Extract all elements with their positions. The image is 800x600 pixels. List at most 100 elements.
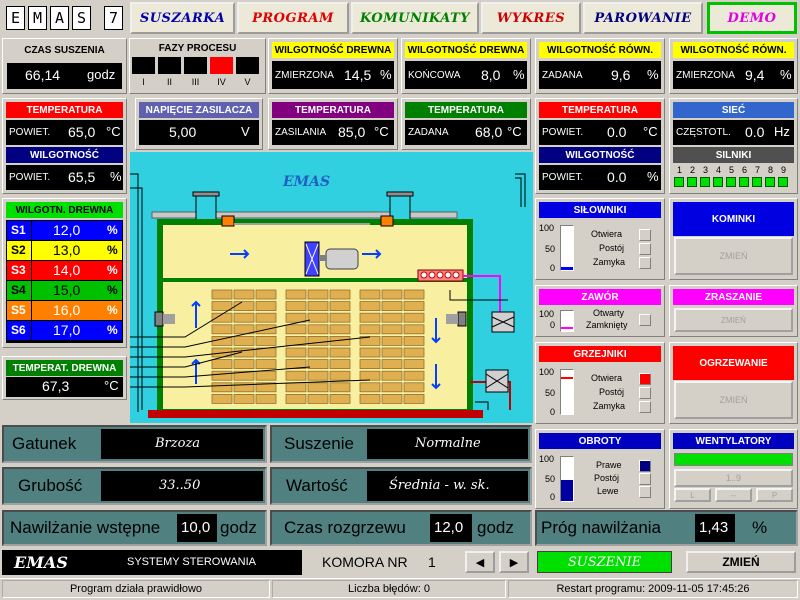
postoj-indicator [639,473,651,485]
grubosc-label: Grubość [18,476,83,495]
wood-plank [255,393,277,404]
scale-label: 50 [545,474,556,484]
temp-zasilania-panel: TEMPERATURA ZASILANIA 85,0 °C [268,98,398,150]
wood-plank [307,312,329,323]
wood-plank [307,370,329,381]
value: 85,0 [338,124,366,140]
gatunek-value: Brzoza [155,436,201,451]
wood-plank [329,382,351,393]
kominki-change-button[interactable]: ZMIEŃ [674,237,793,275]
zraszanie-change-button[interactable]: ZMIEŃ [674,308,793,332]
scale-label: 0 [550,320,556,330]
wentylatory-left-button[interactable]: L [674,488,711,502]
value: 14,5 [344,67,372,83]
sensor-row: S5 16,0% [7,301,122,320]
komora-next-button[interactable]: ▶ [499,551,529,573]
sensor-value: 12,0 [53,222,81,238]
prog-field[interactable]: Próg nawilżania 1,43 % [535,510,798,546]
scale-label: 0 [550,263,556,273]
wilg-row-zmierzona-panel: WILGOTNOŚĆ RÓWN. ZMIERZONA 9,4 % [669,38,798,94]
komora-prev-button[interactable]: ◀ [465,551,495,573]
wood-plank [233,393,255,404]
wentylatory-level-bar [674,453,793,466]
display: CZĘSTOTL. 0.0 Hz [673,120,794,145]
unit: °C [374,124,389,139]
grubosc-field[interactable]: Grubość 33..50 [2,467,267,505]
tab-komunikaty[interactable]: KOMUNIKATY [351,2,479,34]
label: POWIET. [9,172,51,183]
postoj-indicator [639,387,651,399]
silnik-led [765,177,775,187]
tab-suszarka[interactable]: SUSZARKA [130,2,235,34]
display: KOŃCOWA 8,0 % [405,61,527,89]
wood-plank [307,382,329,393]
wood-plank [381,312,403,323]
option-label: Zamyka [593,401,626,411]
wentylatory-level-button[interactable]: 1..9 [674,469,793,487]
wentylatory-stop-button[interactable]: -- [715,488,752,502]
wood-plank [233,301,255,312]
scale-label: 100 [539,454,555,464]
panel-title: ZRASZANIE [673,289,794,305]
rozgrzew-field[interactable]: Czas rozgrzewu 12,0 godz [270,510,532,546]
otwiera-indicator [639,229,651,241]
panel-title: WILGOTN. DREWNA [6,202,123,218]
nawilzanie-display: 10,0 [177,514,217,542]
suszenie-field[interactable]: Suszenie Normalne [270,425,532,463]
tab-demo[interactable]: DEMO [707,2,797,34]
label: ZASILANIA [275,127,327,138]
gauge-fill [561,267,573,270]
display: ZMIERZONA 14,5 % [272,61,394,89]
wilg-drewna-koncowa-panel: WILGOTNOŚĆ DREWNA KOŃCOWA 8,0 % [401,38,531,94]
panel-title: FAZY PROCESU [158,42,237,54]
wood-plank [381,301,403,312]
wood-plank [285,289,307,300]
gauge-fill [561,480,573,501]
wood-plank [307,301,329,312]
unit: % [110,169,122,184]
panel-title: WILGOTNOŚĆ RÓWN. [673,42,794,58]
option-label: Otwiera [591,229,623,239]
value: 65,0 [68,124,96,140]
panel-title: TEMPERATURA [405,102,527,118]
rozgrzew-label: Czas rozgrzewu [284,518,406,537]
tab-wykres[interactable]: WYKRES [481,2,581,34]
wartosc-display: Średnia - w. sk. [367,471,528,501]
status-change-button[interactable]: ZMIEŃ [686,551,796,573]
wood-plank [359,289,381,300]
panel-title: KOMINKI [673,202,794,236]
wood-plank [359,382,381,393]
panel-title: WENTYLATORY [673,433,794,449]
wood-plank [403,335,425,346]
unit: °C [507,124,522,139]
tab-parowanie[interactable]: PAROWANIE [583,2,703,34]
sensor-unit: % [107,243,118,257]
value: 5,00 [169,124,197,140]
tab-program[interactable]: PROGRAM [237,2,349,34]
grubosc-value: 33..50 [159,478,201,493]
komora-value: 1 [428,554,436,570]
sensor-value: 17,0 [53,322,81,338]
panel-title: NAPIĘCIE ZASILACZA [139,102,259,118]
wood-plank [233,335,255,346]
phase-label: II [166,77,172,87]
nawilzanie-field[interactable]: Nawilżanie wstępne 10,0 godz [2,510,267,546]
option-label: Postój [594,473,620,483]
panel-title: WILGOTNOŚĆ [539,147,661,163]
wood-plank [307,289,329,300]
ogrzewanie-change-button[interactable]: ZMIEŃ [674,381,793,419]
label: CZĘSTOTL. [676,127,731,138]
czas-suszenia-value: 66,14 [25,67,61,83]
wentylatory-right-button[interactable]: P [756,488,793,502]
wartosc-field[interactable]: Wartość Średnia - w. sk. [270,467,532,505]
silnik-led [700,177,710,187]
wood-plank [285,393,307,404]
wood-plank [285,312,307,323]
sensor-divider [31,301,32,320]
gatunek-field[interactable]: Gatunek Brzoza [2,425,267,463]
wood-plank [285,347,307,358]
silnik-number: 1 [677,165,683,175]
unit: % [513,67,525,82]
option-label: Prawe [596,460,622,470]
czas-suszenia-panel: CZAS SUSZENIA 66,14 godz [2,38,127,94]
